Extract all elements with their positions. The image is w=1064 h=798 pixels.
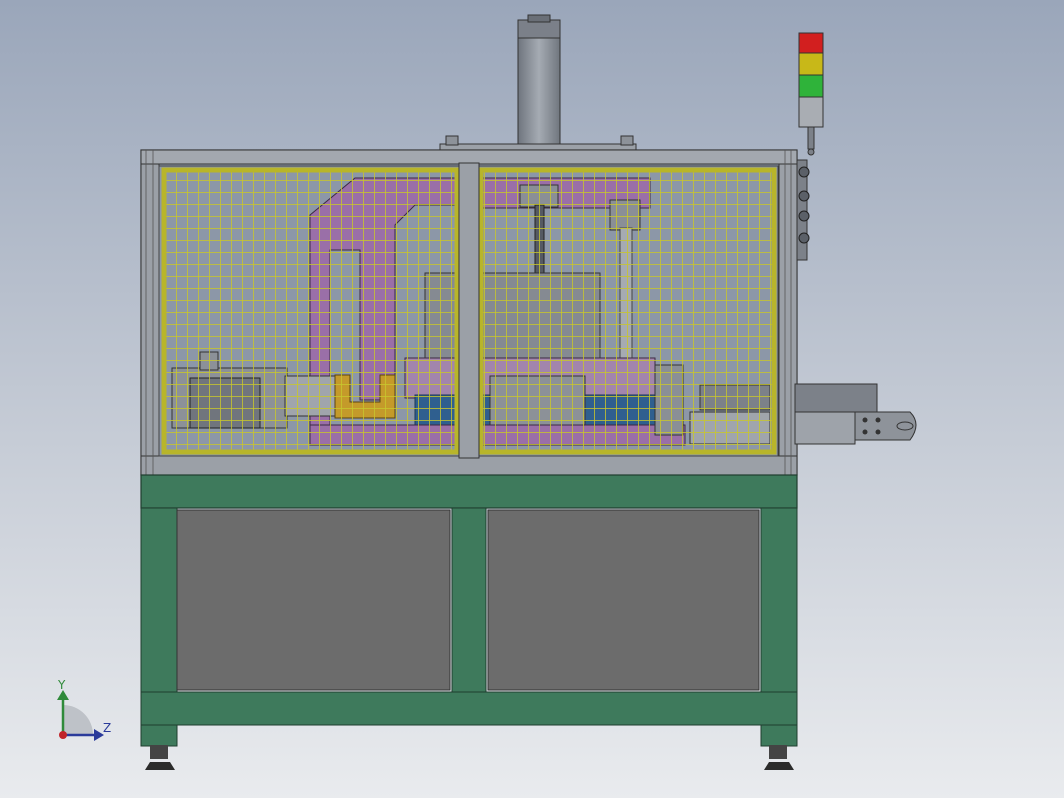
axis-y-label: Y xyxy=(58,678,66,692)
leveling-feet xyxy=(145,745,794,770)
axis-z-label: Z xyxy=(103,721,112,735)
base-panel-right xyxy=(487,509,760,691)
axis-triad-icon xyxy=(57,690,104,741)
center-post xyxy=(458,162,480,459)
side-control-buttons xyxy=(796,159,810,261)
stack-light-icon xyxy=(798,32,824,156)
output-conveyor xyxy=(794,383,917,445)
safety-door-right xyxy=(475,165,779,457)
safety-door-left xyxy=(158,165,462,457)
base-panel-left xyxy=(176,509,451,691)
top-air-cylinder xyxy=(517,14,561,153)
machine-assembly-drawing xyxy=(57,14,917,770)
cad-viewport[interactable]: Y Z xyxy=(0,0,1064,798)
